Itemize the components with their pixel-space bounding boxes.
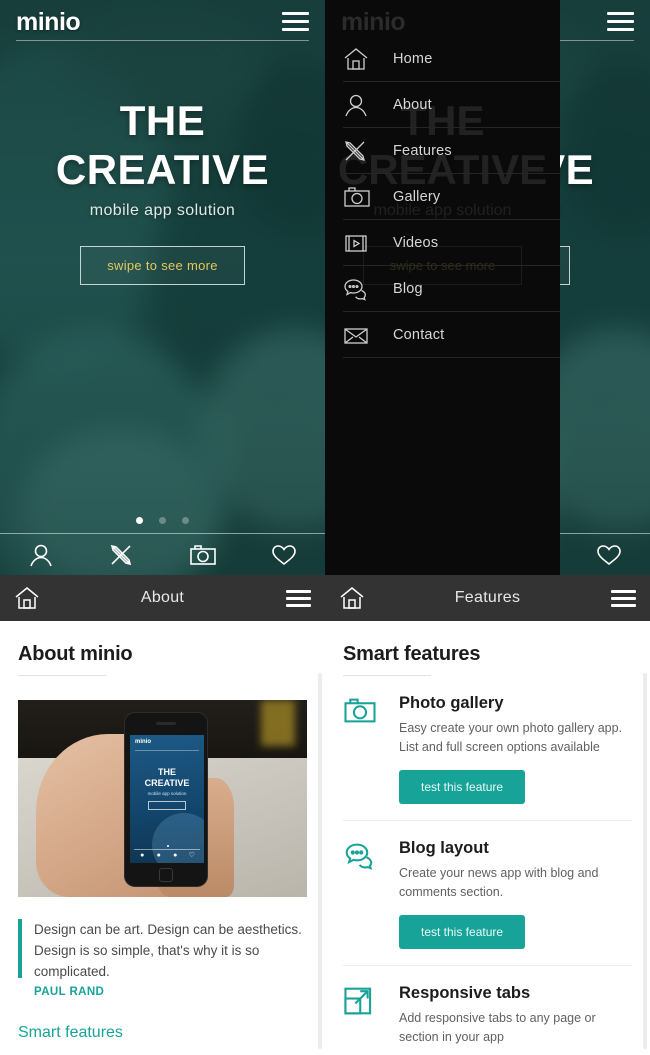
chat-icon	[343, 277, 393, 301]
tab-tools[interactable]	[81, 534, 162, 575]
tab-camera[interactable]	[163, 534, 244, 575]
about-header: About	[0, 575, 325, 621]
menu-item-label: Features	[393, 142, 452, 159]
page-title-features: Features	[454, 589, 521, 606]
menu-item-features[interactable]: Features	[343, 128, 560, 174]
feature-description: Add responsive tabs to any page or secti…	[399, 1011, 596, 1044]
page-title: About	[140, 589, 185, 606]
hamburger-menu-button-features[interactable]	[596, 589, 650, 607]
expand-icon	[343, 986, 387, 1022]
menu-item-videos[interactable]: Videos	[343, 220, 560, 266]
hero-topbar: minio	[0, 0, 325, 46]
navigation-drawer: minio THE CREATIVE mobile app solution s…	[325, 0, 560, 575]
menu-item-home[interactable]: Home	[343, 36, 560, 82]
panel-features: Features Smart features Photo gallery Ea…	[325, 575, 650, 1055]
camera-icon	[343, 696, 387, 732]
features-body: Smart features Photo gallery Easy create…	[325, 621, 650, 1055]
dot-2[interactable]	[159, 517, 166, 524]
about-photo: minio THE CREATIVE mobile app solution ●…	[18, 700, 307, 897]
panel-about: About About minio minio THE CREATIVE mob…	[0, 575, 325, 1055]
menu-item-about[interactable]: About	[343, 82, 560, 128]
video-icon	[343, 231, 393, 255]
title-underline	[18, 675, 106, 676]
person-icon	[343, 93, 393, 117]
tools-icon	[343, 139, 393, 163]
menu-item-label: Blog	[393, 280, 423, 297]
dot-1[interactable]	[135, 517, 143, 524]
hamburger-menu-button[interactable]	[282, 12, 309, 31]
feature-item-responsive-tabs: Responsive tabs Add responsive tabs to a…	[343, 966, 632, 1055]
feature-title: Blog layout	[399, 839, 489, 857]
hero-content: THE CREATIVE mobile app solution swipe t…	[0, 96, 325, 285]
scrollbar[interactable]	[318, 673, 322, 1049]
tab-heart[interactable]	[244, 534, 325, 575]
menu-item-label: About	[393, 96, 432, 113]
quote-accent-bar	[18, 919, 22, 978]
menu-item-label: Gallery	[393, 188, 441, 205]
home-button[interactable]	[0, 586, 54, 610]
dot-3[interactable]	[182, 517, 190, 524]
pagination-dots[interactable]	[0, 511, 325, 529]
menu-item-blog[interactable]: Blog	[343, 266, 560, 312]
panel-menu-open: THE CREATIVE mobile app solution swipe t…	[325, 0, 650, 575]
test-feature-button[interactable]: test this feature	[399, 915, 526, 949]
brand-logo: minio	[16, 8, 81, 36]
phone-subtitle: mobile app solution	[147, 791, 187, 796]
features-header: Features	[325, 575, 650, 621]
hamburger-close-button[interactable]	[607, 12, 634, 31]
camera-icon	[343, 185, 393, 209]
smart-features-link[interactable]: Smart features	[18, 1024, 307, 1042]
hero-title-line1: THE	[119, 97, 206, 144]
feature-item-blog-layout: Blog layout Create your news app with bl…	[343, 821, 632, 966]
about-body: About minio minio THE CREATIVE mobile ap…	[0, 621, 325, 1055]
brand-logo-dimmed: minio	[341, 8, 406, 36]
feature-item-photo-gallery: Photo gallery Easy create your own photo…	[343, 676, 632, 821]
menu-item-label: Home	[393, 50, 433, 67]
phone-mockup: minio THE CREATIVE mobile app solution ●…	[124, 712, 208, 887]
chat-icon	[343, 841, 387, 877]
home-icon	[343, 47, 393, 71]
navigation-menu-list[interactable]: Home About Features Gallery Videos Blog …	[343, 36, 560, 358]
topbar-divider	[16, 40, 309, 41]
scrollbar-features[interactable]	[643, 673, 647, 1049]
app-screenshot: minio THE CREATIVE mobile app solution s…	[0, 0, 650, 1055]
quote-author: PAUL RAND	[34, 986, 105, 998]
home-button-features[interactable]	[325, 586, 379, 610]
about-section-title: About minio	[18, 643, 133, 665]
feature-title: Responsive tabs	[399, 984, 531, 1002]
hamburger-menu-button-about[interactable]	[271, 589, 325, 607]
quote-text: Design can be art. Design can be aesthet…	[34, 922, 302, 979]
tab-heart-2[interactable]	[569, 534, 650, 575]
hero-title-line2: CREATIVE	[55, 146, 270, 193]
menu-item-contact[interactable]: Contact	[343, 312, 560, 358]
menu-item-label: Videos	[393, 234, 439, 251]
tab-person[interactable]	[0, 534, 81, 575]
features-section-title: Smart features	[343, 643, 481, 665]
swipe-cta-button[interactable]: swipe to see more	[80, 246, 245, 285]
phone-tabbar: ● ● ● ♡	[134, 849, 200, 860]
hero-subtitle: mobile app solution	[89, 202, 236, 219]
phone-screen: minio THE CREATIVE mobile app solution ●…	[130, 735, 204, 863]
panel-home: minio THE CREATIVE mobile app solution s…	[0, 0, 325, 575]
menu-item-gallery[interactable]: Gallery	[343, 174, 560, 220]
test-feature-button[interactable]: test this feature	[399, 770, 526, 804]
envelope-icon	[343, 323, 393, 347]
hero-background-photo	[0, 0, 325, 575]
phone-cta	[148, 801, 186, 810]
about-quote: Design can be art. Design can be aesthet…	[18, 919, 307, 998]
feature-title: Photo gallery	[399, 694, 504, 712]
phone-logo: minio	[135, 739, 151, 745]
bottom-tabbar[interactable]	[0, 533, 325, 575]
menu-item-label: Contact	[393, 326, 445, 343]
phone-title: THE CREATIVE	[144, 767, 190, 788]
feature-description: Create your news app with blog and comme…	[399, 866, 599, 899]
feature-description: Easy create your own photo gallery app. …	[399, 721, 623, 754]
